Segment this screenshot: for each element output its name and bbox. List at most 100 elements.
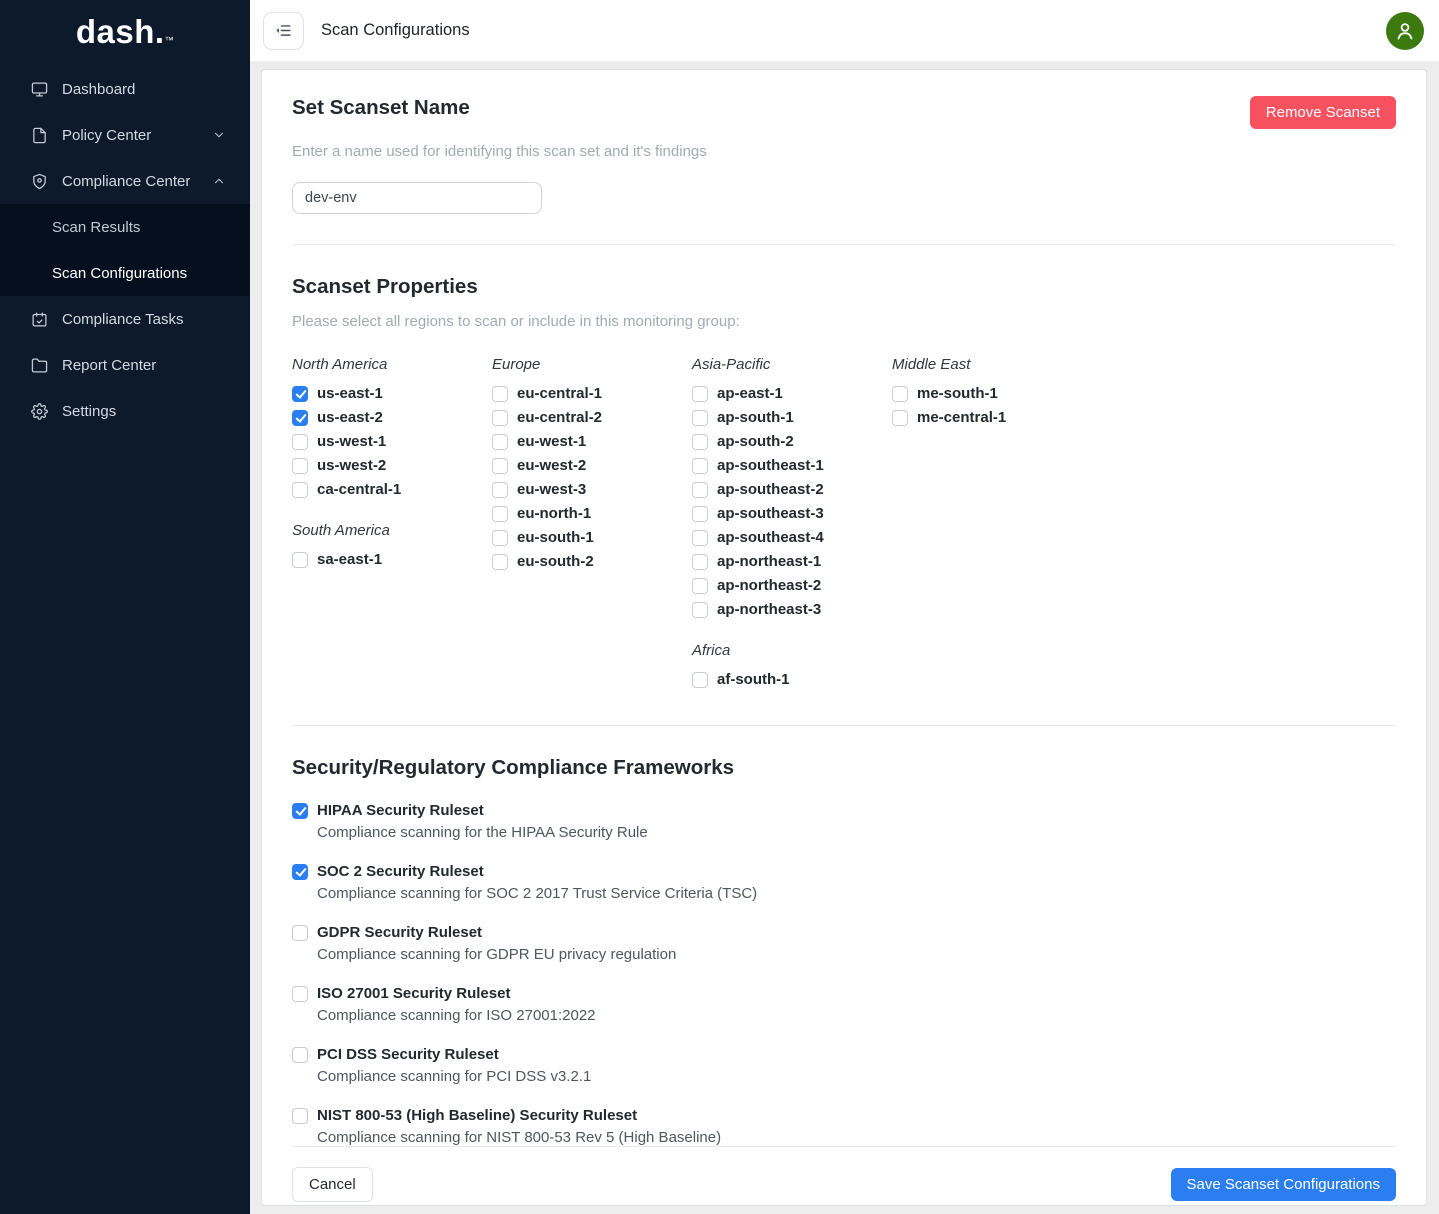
remove-scanset-button[interactable]: Remove Scanset	[1250, 96, 1396, 129]
region-option-me-central-1[interactable]: me-central-1	[892, 409, 1092, 426]
region-checkbox-ap-northeast-3[interactable]	[692, 602, 708, 618]
region-option-eu-central-1[interactable]: eu-central-1	[492, 385, 692, 402]
sidebar-item-policy-center[interactable]: Policy Center	[0, 112, 250, 158]
framework-option-soc-2-security-ruleset[interactable]: SOC 2 Security Ruleset	[292, 863, 1396, 880]
region-option-af-south-1[interactable]: af-south-1	[692, 671, 892, 688]
region-label: ap-southeast-4	[717, 529, 824, 546]
region-option-eu-west-1[interactable]: eu-west-1	[492, 433, 692, 450]
region-option-ap-south-1[interactable]: ap-south-1	[692, 409, 892, 426]
region-option-sa-east-1[interactable]: sa-east-1	[292, 551, 492, 568]
framework-checkbox-soc-2-security-ruleset[interactable]	[292, 864, 308, 880]
region-option-ap-south-2[interactable]: ap-south-2	[692, 433, 892, 450]
region-group-asia-pacific: Asia-Pacific ap-east-1 ap-south-1 ap-sou…	[692, 356, 892, 618]
framework-item-pci-dss-security-ruleset: PCI DSS Security Ruleset Compliance scan…	[292, 1046, 1396, 1085]
user-avatar[interactable]	[1386, 12, 1424, 50]
region-checkbox-eu-south-1[interactable]	[492, 530, 508, 546]
framework-checkbox-iso-27001-security-ruleset[interactable]	[292, 986, 308, 1002]
region-option-ap-southeast-1[interactable]: ap-southeast-1	[692, 457, 892, 474]
region-option-ap-northeast-1[interactable]: ap-northeast-1	[692, 553, 892, 570]
brand-logo-text: dash.™	[76, 13, 174, 51]
framework-option-hipaa-security-ruleset[interactable]: HIPAA Security Ruleset	[292, 802, 1396, 819]
region-checkbox-ap-northeast-2[interactable]	[692, 578, 708, 594]
region-checkbox-eu-west-1[interactable]	[492, 434, 508, 450]
sidebar-toggle-button[interactable]	[263, 12, 304, 50]
sidebar-item-label: Dashboard	[62, 81, 135, 98]
region-option-ap-northeast-2[interactable]: ap-northeast-2	[692, 577, 892, 594]
region-label: eu-central-1	[517, 385, 602, 402]
sidebar-item-compliance-center[interactable]: Compliance Center	[0, 158, 250, 204]
framework-option-iso-27001-security-ruleset[interactable]: ISO 27001 Security Ruleset	[292, 985, 1396, 1002]
region-option-us-west-1[interactable]: us-west-1	[292, 433, 492, 450]
region-option-ap-southeast-4[interactable]: ap-southeast-4	[692, 529, 892, 546]
framework-label: NIST 800-53 (High Baseline) Security Rul…	[317, 1107, 637, 1124]
framework-checkbox-pci-dss-security-ruleset[interactable]	[292, 1047, 308, 1063]
sidebar-item-report-center[interactable]: Report Center	[0, 342, 250, 388]
save-scanset-configurations-button[interactable]: Save Scanset Configurations	[1171, 1168, 1396, 1201]
region-option-ap-southeast-2[interactable]: ap-southeast-2	[692, 481, 892, 498]
region-option-eu-south-1[interactable]: eu-south-1	[492, 529, 692, 546]
region-checkbox-eu-west-3[interactable]	[492, 482, 508, 498]
region-checkbox-eu-central-2[interactable]	[492, 410, 508, 426]
region-checkbox-me-central-1[interactable]	[892, 410, 908, 426]
sidebar-item-scan-results[interactable]: Scan Results	[0, 204, 250, 250]
region-checkbox-us-east-1[interactable]	[292, 386, 308, 402]
framework-option-pci-dss-security-ruleset[interactable]: PCI DSS Security Ruleset	[292, 1046, 1396, 1063]
region-option-ca-central-1[interactable]: ca-central-1	[292, 481, 492, 498]
region-checkbox-eu-central-1[interactable]	[492, 386, 508, 402]
region-option-ap-southeast-3[interactable]: ap-southeast-3	[692, 505, 892, 522]
region-checkbox-ap-south-2[interactable]	[692, 434, 708, 450]
trademark-symbol: ™	[165, 35, 175, 45]
page-title: Scan Configurations	[321, 21, 470, 40]
region-checkbox-ap-southeast-2[interactable]	[692, 482, 708, 498]
calendar-check-icon	[30, 310, 48, 328]
region-group-europe: Europe eu-central-1 eu-central-2 eu-west…	[492, 356, 692, 570]
region-checkbox-eu-south-2[interactable]	[492, 554, 508, 570]
framework-checkbox-gdpr-security-ruleset[interactable]	[292, 925, 308, 941]
region-checkbox-ca-central-1[interactable]	[292, 482, 308, 498]
framework-option-gdpr-security-ruleset[interactable]: GDPR Security Ruleset	[292, 924, 1396, 941]
sidebar-item-label: Settings	[62, 403, 116, 420]
sidebar-item-settings[interactable]: Settings	[0, 388, 250, 434]
region-option-ap-northeast-3[interactable]: ap-northeast-3	[692, 601, 892, 618]
region-option-eu-west-2[interactable]: eu-west-2	[492, 457, 692, 474]
sidebar-item-compliance-tasks[interactable]: Compliance Tasks	[0, 296, 250, 342]
scanset-properties-description: Please select all regions to scan or inc…	[292, 313, 1396, 330]
region-checkbox-us-east-2[interactable]	[292, 410, 308, 426]
region-option-eu-central-2[interactable]: eu-central-2	[492, 409, 692, 426]
sidebar-item-label: Compliance Tasks	[62, 311, 183, 328]
shield-icon	[30, 172, 48, 190]
region-checkbox-sa-east-1[interactable]	[292, 552, 308, 568]
scanset-name-input[interactable]	[292, 182, 542, 214]
region-checkbox-ap-northeast-1[interactable]	[692, 554, 708, 570]
region-group-africa: Africa af-south-1	[692, 642, 892, 688]
region-checkbox-us-west-1[interactable]	[292, 434, 308, 450]
region-option-ap-east-1[interactable]: ap-east-1	[692, 385, 892, 402]
region-label: ap-south-1	[717, 409, 794, 426]
region-checkbox-ap-southeast-1[interactable]	[692, 458, 708, 474]
region-checkbox-ap-southeast-3[interactable]	[692, 506, 708, 522]
region-option-eu-north-1[interactable]: eu-north-1	[492, 505, 692, 522]
region-column: North America us-east-1 us-east-2 us-wes…	[292, 356, 492, 695]
framework-checkbox-nist-800-53-high-baseline-security-ruleset[interactable]	[292, 1108, 308, 1124]
region-option-me-south-1[interactable]: me-south-1	[892, 385, 1092, 402]
region-option-us-east-1[interactable]: us-east-1	[292, 385, 492, 402]
region-option-us-west-2[interactable]: us-west-2	[292, 457, 492, 474]
framework-option-nist-800-53-high-baseline-security-ruleset[interactable]: NIST 800-53 (High Baseline) Security Rul…	[292, 1107, 1396, 1124]
region-option-us-east-2[interactable]: us-east-2	[292, 409, 492, 426]
region-option-eu-west-3[interactable]: eu-west-3	[492, 481, 692, 498]
region-checkbox-me-south-1[interactable]	[892, 386, 908, 402]
region-checkbox-af-south-1[interactable]	[692, 672, 708, 688]
region-checkbox-us-west-2[interactable]	[292, 458, 308, 474]
region-checkbox-ap-southeast-4[interactable]	[692, 530, 708, 546]
region-checkbox-eu-west-2[interactable]	[492, 458, 508, 474]
region-checkbox-ap-east-1[interactable]	[692, 386, 708, 402]
region-checkbox-eu-north-1[interactable]	[492, 506, 508, 522]
sidebar-item-dashboard[interactable]: Dashboard	[0, 66, 250, 112]
framework-checkbox-hipaa-security-ruleset[interactable]	[292, 803, 308, 819]
person-icon	[1393, 19, 1417, 43]
sidebar-item-scan-configurations[interactable]: Scan Configurations	[0, 250, 250, 296]
region-checkbox-ap-south-1[interactable]	[692, 410, 708, 426]
region-option-eu-south-2[interactable]: eu-south-2	[492, 553, 692, 570]
cancel-button[interactable]: Cancel	[292, 1167, 373, 1202]
region-label: ca-central-1	[317, 481, 401, 498]
